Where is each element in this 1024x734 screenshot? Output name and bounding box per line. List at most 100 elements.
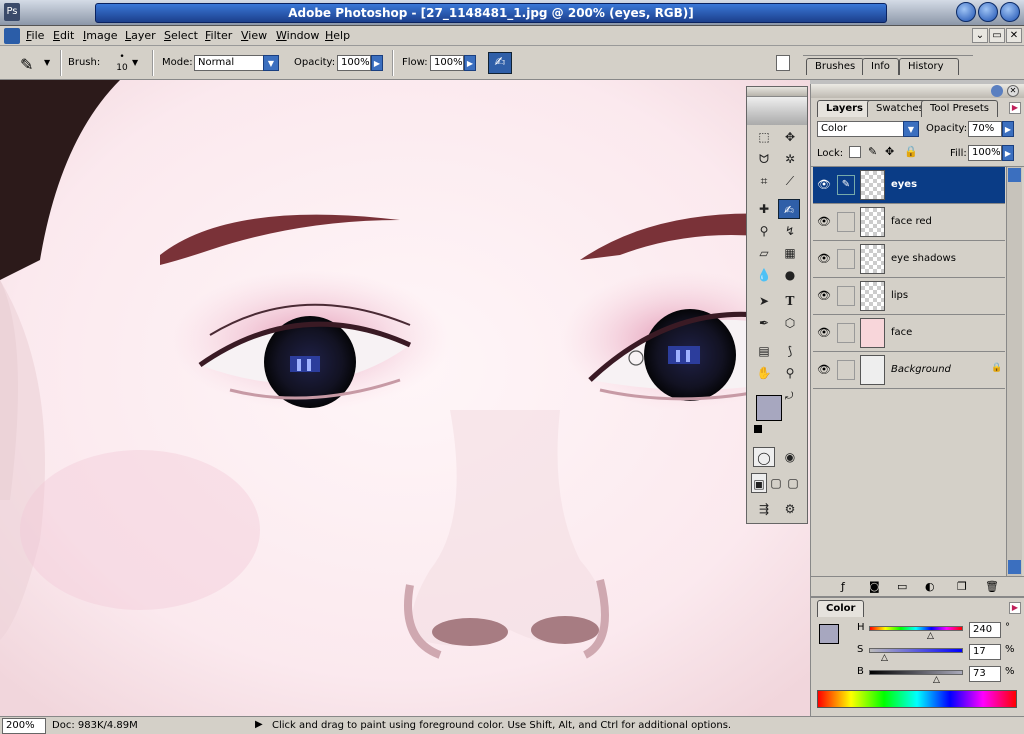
menu-select[interactable]: Select <box>164 29 198 42</box>
layer-name[interactable]: eye shadows <box>891 253 956 264</box>
lasso-tool-icon[interactable]: ᗢ <box>753 149 775 169</box>
hue-slider-thumb[interactable]: △ <box>927 631 934 641</box>
default-colors-icon[interactable] <box>754 425 762 433</box>
maximize-button[interactable] <box>978 2 998 22</box>
blend-mode-select[interactable]: Color <box>817 121 905 137</box>
layer-name[interactable]: eyes <box>891 179 917 190</box>
tab-history[interactable]: History <box>899 58 959 75</box>
hue-slider[interactable] <box>869 626 963 631</box>
tool-preset-dropdown[interactable]: ▼ <box>44 58 50 67</box>
toolbox-title-bar[interactable] <box>747 87 807 97</box>
fill-input[interactable]: 100% <box>968 145 1002 161</box>
notes-tool-icon[interactable]: ▤ <box>753 341 775 361</box>
saturation-input[interactable]: 17 <box>969 644 1001 660</box>
color-panel-foreground-swatch[interactable] <box>819 624 839 644</box>
magic-wand-tool-icon[interactable]: ✲ <box>779 149 801 169</box>
visibility-eye-icon[interactable]: 👁 <box>816 288 832 304</box>
delete-layer-icon[interactable]: 🗑 <box>985 580 999 593</box>
file-browser-icon[interactable] <box>776 55 790 71</box>
hue-input[interactable]: 240 <box>969 622 1001 638</box>
zoom-level-input[interactable]: 200% <box>2 718 46 734</box>
mode-select[interactable]: Normal <box>194 55 268 71</box>
visibility-eye-icon[interactable]: 👁 <box>816 214 832 230</box>
foreground-color-swatch[interactable] <box>756 395 782 421</box>
path-selection-tool-icon[interactable]: ➤ <box>753 291 775 311</box>
fill-arrow-icon[interactable]: ▶ <box>1002 145 1014 161</box>
visibility-eye-icon[interactable]: 👁 <box>816 251 832 267</box>
layer-row-face-red[interactable]: 👁 face red <box>813 204 1005 241</box>
minimize-button[interactable] <box>956 2 976 22</box>
panel-close-icon[interactable]: ✕ <box>1007 85 1019 97</box>
tab-color[interactable]: Color <box>817 600 865 617</box>
layer-name[interactable]: face <box>891 327 912 338</box>
clone-stamp-tool-icon[interactable]: ⚲ <box>753 221 775 241</box>
tab-info[interactable]: Info <box>862 58 899 75</box>
marquee-tool-icon[interactable]: ⬚ <box>753 127 775 147</box>
layer-row-face[interactable]: 👁 face <box>813 315 1005 352</box>
layer-link-box[interactable] <box>837 323 855 343</box>
tab-layers[interactable]: Layers <box>817 100 872 117</box>
menu-view[interactable]: View <box>241 29 267 42</box>
layer-link-box[interactable] <box>837 286 855 306</box>
saturation-slider-thumb[interactable]: △ <box>881 653 888 663</box>
doc-close-button[interactable]: ✕ <box>1006 28 1022 43</box>
full-screen-menu-mode-icon[interactable]: ▢ <box>768 473 784 493</box>
panel-title-bar[interactable]: ✕ <box>811 84 1024 98</box>
brush-tool-icon[interactable]: ✎ <box>20 55 33 74</box>
flow-slider-arrow-icon[interactable]: ▶ <box>464 55 476 71</box>
photoshop-app-icon[interactable]: Ps <box>4 3 20 21</box>
eyedropper-tool-icon[interactable]: ⟆ <box>779 341 801 361</box>
layer-name[interactable]: lips <box>891 290 908 301</box>
blur-tool-icon[interactable]: 💧 <box>753 265 775 285</box>
layer-row-eye-shadows[interactable]: 👁 eye shadows <box>813 241 1005 278</box>
standard-screen-mode-icon[interactable]: ▣ <box>751 473 767 493</box>
layer-row-lips[interactable]: 👁 lips <box>813 278 1005 315</box>
lock-transparent-icon[interactable] <box>849 146 861 158</box>
tab-tool-presets[interactable]: Tool Presets <box>921 100 998 117</box>
pen-tool-icon[interactable]: ✒ <box>753 313 775 333</box>
lock-all-icon[interactable]: 🔒 <box>904 145 918 158</box>
add-mask-icon[interactable]: ◙ <box>869 580 880 593</box>
menu-filter[interactable]: Filter <box>205 29 232 42</box>
menu-layer[interactable]: Layer <box>125 29 156 42</box>
brightness-input[interactable]: 73 <box>969 666 1001 682</box>
imageready-icon[interactable]: ⚙ <box>779 499 801 519</box>
layer-opacity-arrow-icon[interactable]: ▶ <box>1002 121 1014 137</box>
full-screen-mode-icon[interactable]: ▢ <box>785 473 801 493</box>
move-tool-icon[interactable]: ✥ <box>779 127 801 147</box>
layer-style-icon[interactable]: ƒ <box>841 580 845 593</box>
crop-tool-icon[interactable]: ⌗ <box>753 171 775 191</box>
lock-position-icon[interactable]: ✥ <box>885 145 894 158</box>
tab-brushes[interactable]: Brushes <box>806 58 865 75</box>
mode-dropdown-icon[interactable]: ▼ <box>263 55 279 71</box>
layer-link-box[interactable] <box>837 249 855 269</box>
layer-row-eyes[interactable]: 👁 ✎ eyes <box>813 167 1005 204</box>
history-brush-tool-icon[interactable]: ↯ <box>779 221 801 241</box>
menu-edit[interactable]: Edit <box>53 29 74 42</box>
adjustment-layer-icon[interactable]: ◐ <box>925 580 935 593</box>
standard-mode-icon[interactable]: ◯ <box>753 447 775 467</box>
layer-name[interactable]: face red <box>891 216 932 227</box>
airbrush-icon[interactable]: ✍ <box>488 52 512 74</box>
brush-tool-selected-icon[interactable]: ✍ <box>778 199 800 219</box>
brightness-slider[interactable] <box>869 670 963 675</box>
menu-file[interactable]: File <box>26 29 44 42</box>
color-ramp[interactable] <box>817 690 1017 708</box>
brightness-slider-thumb[interactable]: △ <box>933 675 940 685</box>
brush-picker-arrow-icon[interactable]: ▼ <box>132 58 138 67</box>
slice-tool-icon[interactable]: ⟋ <box>779 171 801 191</box>
visibility-eye-icon[interactable]: 👁 <box>816 325 832 341</box>
blend-mode-dropdown-icon[interactable]: ▼ <box>903 121 919 137</box>
document-canvas[interactable] <box>0 80 810 716</box>
shape-tool-icon[interactable]: ⬡ <box>779 313 801 333</box>
healing-brush-tool-icon[interactable]: ✚ <box>753 199 775 219</box>
layer-name[interactable]: Background <box>891 364 951 375</box>
layer-row-background[interactable]: 👁 Background 🔒 <box>813 352 1005 389</box>
menu-help[interactable]: Help <box>325 29 350 42</box>
status-menu-arrow-icon[interactable]: ▶ <box>255 719 263 730</box>
color-panel-menu-icon[interactable]: ▶ <box>1009 602 1021 614</box>
lock-image-icon[interactable]: ✎ <box>868 145 877 158</box>
new-group-icon[interactable]: ▭ <box>897 580 907 593</box>
type-tool-icon[interactable]: T <box>779 291 801 311</box>
eraser-tool-icon[interactable]: ▱ <box>753 243 775 263</box>
